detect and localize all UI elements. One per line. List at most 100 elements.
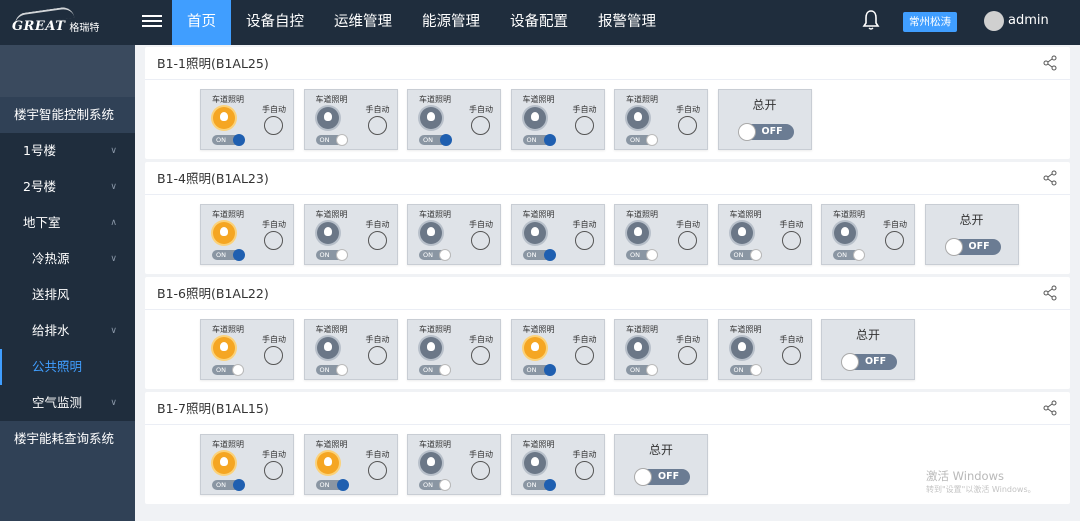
auto-mode-indicator[interactable] <box>471 231 490 250</box>
sidebar-item-basement[interactable]: 地下室 ∧ <box>0 205 135 241</box>
auto-mode-indicator[interactable] <box>678 116 697 135</box>
lamp-card[interactable]: 车道照明 手自动 ON <box>200 319 294 380</box>
share-icon[interactable] <box>1042 285 1058 301</box>
lamp-card[interactable]: 车道照明 手自动 ON <box>407 319 501 380</box>
lamp-card[interactable]: 车道照明 手自动 ON <box>200 89 294 150</box>
lamp-toggle[interactable]: ON <box>522 364 556 376</box>
sidebar-item-building-control[interactable]: 楼宇智能控制系统 <box>0 97 135 133</box>
lamp-toggle[interactable]: ON <box>522 134 556 146</box>
nav-tab-1[interactable]: 设备自控 <box>231 0 319 45</box>
sidebar-item-public-lighting[interactable]: 公共照明 <box>0 349 135 385</box>
nav-tab-0[interactable]: 首页 <box>172 0 231 45</box>
lamp-card[interactable]: 车道照明 手自动 ON <box>303 434 398 495</box>
lamp-card[interactable]: 车道照明 手自动 ON <box>717 204 812 265</box>
lamp-toggle[interactable]: ON <box>315 249 348 261</box>
sidebar-item-building-1[interactable]: 1号楼 ∨ <box>0 133 135 169</box>
auto-mode-indicator[interactable] <box>574 346 594 365</box>
auto-mode-indicator[interactable] <box>264 346 283 365</box>
sidebar-item-energy-query[interactable]: 楼宇能耗查询系统 <box>0 421 135 457</box>
lamp-toggle[interactable]: ON <box>626 249 658 261</box>
lamp-toggle[interactable]: ON <box>212 134 245 146</box>
master-toggle[interactable]: OFF <box>737 123 794 141</box>
master-toggle[interactable]: OFF <box>841 353 897 371</box>
lamp-card[interactable]: 车道照明 手自动 ON <box>510 434 605 495</box>
lamp-toggle[interactable]: ON <box>522 249 556 261</box>
auto-mode-indicator[interactable] <box>574 116 594 135</box>
region-badge[interactable]: 常州松涛 <box>903 12 957 32</box>
lamp-card[interactable]: 车道照明 手自动 ON <box>303 319 398 380</box>
lamp-toggle[interactable]: ON <box>626 134 658 146</box>
master-switch-card[interactable]: 总开 OFF <box>614 434 708 495</box>
lamp-toggle[interactable]: ON <box>315 134 348 146</box>
lamp-card[interactable]: 车道照明 手自动 ON <box>821 204 915 265</box>
lamp-card[interactable]: 车道照明 手自动 ON <box>303 204 398 265</box>
lamp-card[interactable]: 车道照明 手自动 ON <box>614 319 708 380</box>
lamp-toggle[interactable]: ON <box>419 479 451 491</box>
lamp-toggle[interactable]: ON <box>212 479 245 491</box>
username[interactable]: admin <box>1008 13 1049 28</box>
lamp-card[interactable]: 车道照明 手自动 ON <box>614 204 708 265</box>
lamp-card[interactable]: 车道照明 手自动 ON <box>510 89 605 150</box>
sidebar-item-ventilation[interactable]: 送排风 <box>0 277 135 313</box>
lamp-card[interactable]: 车道照明 手自动 ON <box>510 319 605 380</box>
lamp-card[interactable]: 车道照明 手自动 ON <box>407 89 501 150</box>
auto-mode-indicator[interactable] <box>367 346 387 365</box>
lamp-toggle[interactable]: ON <box>212 364 244 376</box>
lamp-card[interactable]: 车道照明 手自动 ON <box>407 434 501 495</box>
lamp-toggle[interactable]: ON <box>315 479 349 491</box>
sidebar-item-air-monitor[interactable]: 空气监测 ∨ <box>0 385 135 421</box>
auto-mode-indicator[interactable] <box>471 461 490 480</box>
lamp-card[interactable]: 车道照明 手自动 ON <box>614 89 708 150</box>
share-icon[interactable] <box>1042 170 1058 186</box>
master-toggle[interactable]: OFF <box>944 238 1001 256</box>
bell-icon[interactable] <box>862 9 880 31</box>
sidebar-item-building-2[interactable]: 2号楼 ∨ <box>0 169 135 205</box>
lamp-toggle[interactable]: ON <box>315 364 348 376</box>
auto-mode-indicator[interactable] <box>471 116 490 135</box>
auto-mode-indicator[interactable] <box>574 231 594 250</box>
auto-mode-indicator[interactable] <box>471 346 490 365</box>
auto-mode-indicator[interactable] <box>574 461 594 480</box>
lamp-toggle[interactable]: ON <box>419 364 451 376</box>
lamp-toggle[interactable]: ON <box>729 249 762 261</box>
lamp-card[interactable]: 车道照明 手自动 ON <box>303 89 398 150</box>
lamp-toggle[interactable]: ON <box>522 479 556 491</box>
auto-mode-indicator[interactable] <box>264 116 283 135</box>
lamp-toggle[interactable]: ON <box>419 249 451 261</box>
share-icon[interactable] <box>1042 55 1058 71</box>
avatar[interactable] <box>984 11 1004 31</box>
lamp-toggle[interactable]: ON <box>419 134 452 146</box>
nav-tab-4[interactable]: 设备配置 <box>495 0 583 45</box>
sidebar-item-water[interactable]: 给排水 ∨ <box>0 313 135 349</box>
master-switch-card[interactable]: 总开 OFF <box>924 204 1019 265</box>
sidebar-item-hvac-source[interactable]: 冷热源 ∨ <box>0 241 135 277</box>
nav-tab-3[interactable]: 能源管理 <box>407 0 495 45</box>
auto-mode-indicator[interactable] <box>678 346 697 365</box>
lamp-card[interactable]: 车道照明 手自动 ON <box>200 434 294 495</box>
auto-mode-indicator[interactable] <box>781 231 801 250</box>
auto-mode-indicator[interactable] <box>264 461 283 480</box>
master-switch-card[interactable]: 总开 OFF <box>717 89 812 150</box>
auto-mode-indicator[interactable] <box>367 231 387 250</box>
share-icon[interactable] <box>1042 400 1058 416</box>
lamp-card[interactable]: 车道照明 手自动 ON <box>717 319 812 380</box>
auto-mode-indicator[interactable] <box>678 231 697 250</box>
lamp-card[interactable]: 车道照明 手自动 ON <box>200 204 294 265</box>
lamp-toggle[interactable]: ON <box>729 364 762 376</box>
master-switch-card[interactable]: 总开 OFF <box>821 319 915 380</box>
auto-mode-indicator[interactable] <box>885 231 904 250</box>
nav-tab-2[interactable]: 运维管理 <box>319 0 407 45</box>
nav-tab-5[interactable]: 报警管理 <box>583 0 671 45</box>
auto-mode-indicator[interactable] <box>367 461 387 480</box>
auto-mode-indicator[interactable] <box>264 231 283 250</box>
master-toggle[interactable]: OFF <box>634 468 690 486</box>
lamp-toggle[interactable]: ON <box>626 364 658 376</box>
auto-mode-indicator[interactable] <box>367 116 387 135</box>
lamp-card[interactable]: 车道照明 手自动 ON <box>407 204 501 265</box>
lamp-card[interactable]: 车道照明 手自动 ON <box>510 204 605 265</box>
lamp-toggle[interactable]: ON <box>212 249 245 261</box>
auto-mode-indicator[interactable] <box>781 346 801 365</box>
toggle-knob <box>646 134 658 146</box>
menu-toggle-icon[interactable] <box>142 12 162 32</box>
lamp-toggle[interactable]: ON <box>833 249 865 261</box>
